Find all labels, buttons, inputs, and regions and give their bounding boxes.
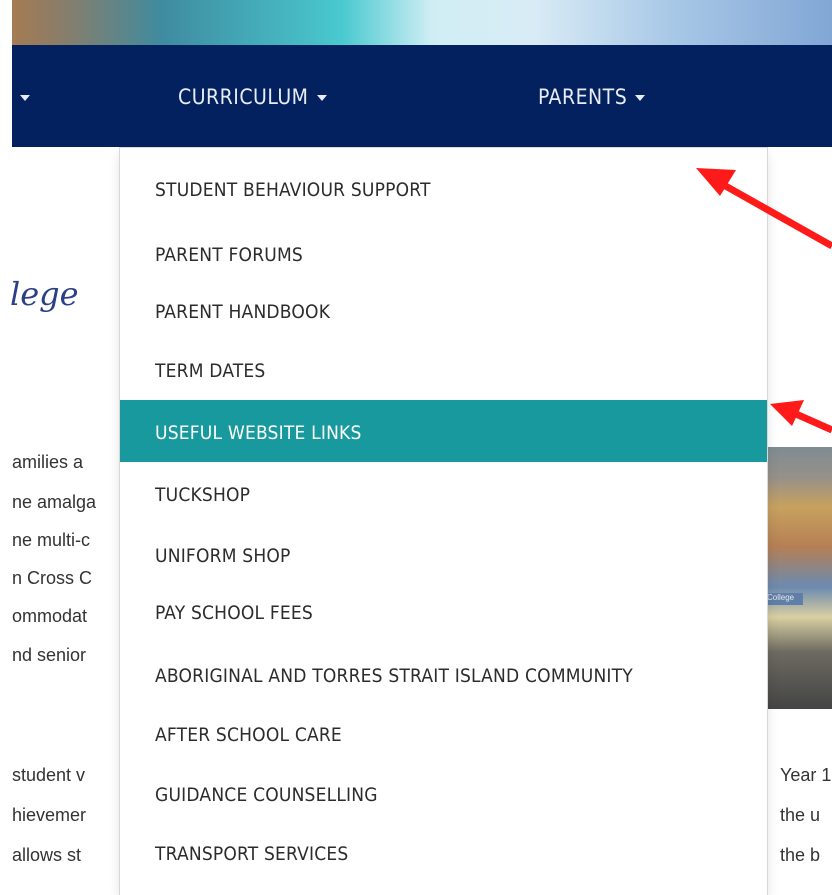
- dropdown-item-after-school-care[interactable]: AFTER SCHOOL CARE: [120, 714, 767, 756]
- body-text-line: hievemer: [12, 805, 87, 825]
- page-title: lege: [10, 275, 79, 313]
- body-text-line: amilies a: [12, 452, 84, 472]
- dropdown-item-guidance-counselling[interactable]: GUIDANCE COUNSELLING: [120, 774, 767, 816]
- parents-dropdown-menu: STUDENT BEHAVIOUR SUPPORT PARENT FORUMS …: [120, 148, 767, 895]
- dropdown-item-parent-forums[interactable]: PARENT FORUMS: [120, 234, 767, 276]
- dropdown-item-student-behaviour-support[interactable]: STUDENT BEHAVIOUR SUPPORT: [120, 169, 767, 211]
- nav-item-parents[interactable]: PARENTS: [538, 85, 646, 109]
- body-text-line: allows st: [12, 845, 82, 865]
- body-text-line: the u: [780, 805, 821, 825]
- body-text-line: student v: [12, 765, 86, 785]
- left-gutter: [0, 0, 12, 895]
- body-text-line: nd senior: [12, 645, 87, 665]
- nav-item-previous[interactable]: [12, 85, 30, 109]
- dropdown-item-parent-handbook[interactable]: PARENT HANDBOOK: [120, 291, 767, 333]
- body-text-line: ne amalga: [12, 492, 97, 512]
- dropdown-item-pay-school-fees[interactable]: PAY SCHOOL FEES: [120, 592, 767, 634]
- dropdown-item-term-dates[interactable]: TERM DATES: [120, 350, 767, 392]
- caret-down-icon: [20, 95, 30, 101]
- nav-curriculum-label: CURRICULUM: [178, 85, 309, 109]
- nav-item-curriculum[interactable]: CURRICULUM: [178, 85, 327, 109]
- photo-sign-text: College: [767, 593, 803, 605]
- caret-down-icon: [635, 95, 646, 101]
- body-text-line: the b: [780, 845, 821, 865]
- dropdown-item-useful-website-links[interactable]: USEFUL WEBSITE LINKS: [120, 400, 767, 462]
- college-building-photo: College: [767, 447, 832, 709]
- red-arrow-icon: [770, 400, 832, 434]
- body-text-line: ommodat: [12, 606, 88, 626]
- dropdown-item-uniform-shop[interactable]: UNIFORM SHOP: [120, 535, 767, 577]
- main-navbar: CURRICULUM PARENTS: [12, 45, 832, 147]
- dropdown-item-transport-services[interactable]: TRANSPORT SERVICES: [120, 833, 767, 875]
- body-text-line: Year 1: [780, 765, 832, 785]
- caret-down-icon: [316, 95, 327, 101]
- body-text-line: ne multi-c: [12, 530, 91, 550]
- nav-parents-label: PARENTS: [538, 85, 628, 109]
- dropdown-item-aboriginal-torres-strait[interactable]: ABORIGINAL AND TORRES STRAIT ISLAND COMM…: [120, 655, 767, 697]
- body-text-line: n Cross C: [12, 568, 93, 588]
- dropdown-item-tuckshop[interactable]: TUCKSHOP: [120, 474, 767, 516]
- header-banner: [12, 0, 832, 45]
